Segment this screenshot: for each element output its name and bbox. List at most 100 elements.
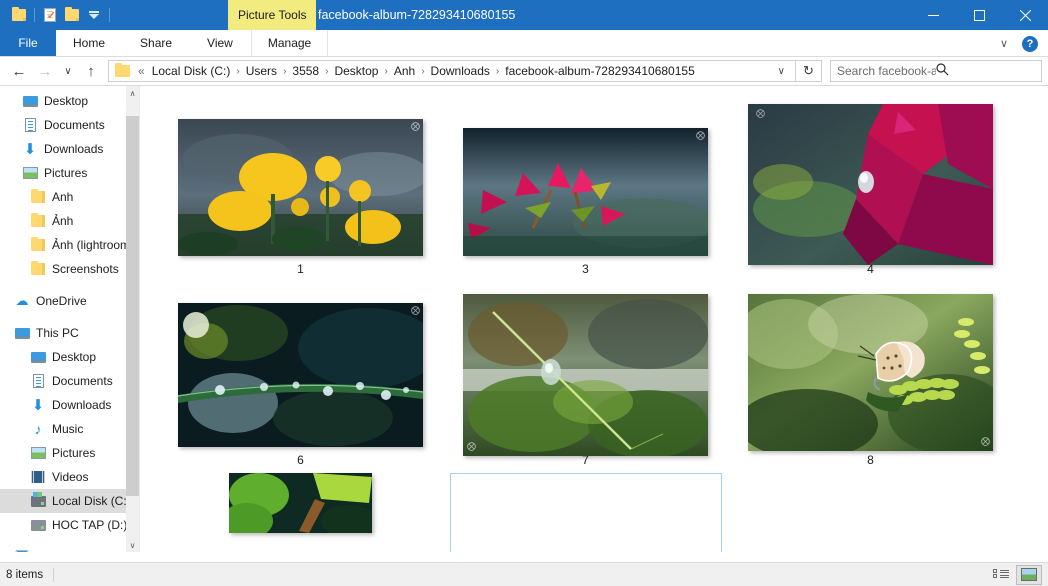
- tab-manage[interactable]: Manage: [251, 30, 328, 56]
- tab-view[interactable]: View: [190, 30, 251, 56]
- thumbnail-image[interactable]: ⨂: [748, 294, 993, 451]
- list-item[interactable]: [443, 473, 728, 539]
- search-icon[interactable]: [936, 63, 1035, 79]
- breadcrumb-item-1[interactable]: Users: [242, 64, 281, 78]
- help-icon[interactable]: ?: [1022, 36, 1038, 52]
- breadcrumb-separator[interactable]: ›: [382, 66, 389, 77]
- chevron-down-icon[interactable]: ∨: [994, 37, 1014, 50]
- monitor-icon: [22, 93, 38, 109]
- breadcrumb-item-3[interactable]: Desktop: [330, 64, 382, 78]
- up-button[interactable]: ↑: [78, 59, 104, 83]
- sidebar-item-documents-quick[interactable]: Documents 📌: [0, 113, 139, 137]
- breadcrumb-item-4[interactable]: Anh: [390, 64, 419, 78]
- window-title: facebook-album-728293410680155: [318, 0, 515, 30]
- large-icons-view-button[interactable]: [1016, 565, 1042, 585]
- scroll-up-icon[interactable]: ∧: [126, 86, 139, 100]
- sidebar-item-pictures-quick[interactable]: Pictures 📌: [0, 161, 139, 185]
- thumbnail-image[interactable]: [229, 473, 372, 533]
- sidebar-item-this-pc[interactable]: This PC: [0, 321, 139, 345]
- toolbar-divider: [109, 8, 110, 22]
- folder-icon[interactable]: [8, 4, 30, 26]
- close-button[interactable]: [1002, 0, 1048, 30]
- selected-item-placeholder[interactable]: [450, 473, 722, 552]
- back-button[interactable]: ←: [6, 59, 32, 83]
- customize-dropdown-icon[interactable]: [83, 4, 105, 26]
- sidebar-item-screenshots[interactable]: Screenshots: [0, 257, 139, 281]
- minimize-button[interactable]: [910, 0, 956, 30]
- sidebar-item-anh-lightroom[interactable]: Ảnh (lightroom): [0, 233, 139, 257]
- sidebar-item-anh-2[interactable]: Ảnh: [0, 209, 139, 233]
- address-bar: ← → ∨ ↑ « Local Disk (C:) › Users › 3558…: [0, 57, 1048, 86]
- sidebar-item-anh[interactable]: Anh: [0, 185, 139, 209]
- list-item[interactable]: ⨂ 7: [443, 282, 728, 473]
- sidebar-item-videos[interactable]: Videos: [0, 465, 139, 489]
- sidebar-item-music[interactable]: ♪ Music: [0, 417, 139, 441]
- view-mode-buttons: [988, 565, 1042, 585]
- breadcrumb-separator[interactable]: ›: [234, 66, 241, 77]
- monitor-icon: [30, 349, 46, 365]
- sidebar-scrollbar[interactable]: ∧ ∨: [126, 86, 139, 552]
- chevron-down-icon[interactable]: ∨: [770, 66, 793, 77]
- network-icon: 🖥: [14, 549, 30, 552]
- breadcrumb-item-0[interactable]: Local Disk (C:): [148, 64, 235, 78]
- breadcrumb-separator[interactable]: ›: [323, 66, 330, 77]
- tab-home[interactable]: Home: [56, 30, 123, 56]
- new-folder-icon[interactable]: [61, 4, 83, 26]
- sidebar-item-label: Local Disk (C:): [52, 494, 135, 508]
- sidebar-item-network[interactable]: 🖥 Network: [0, 545, 139, 552]
- item-caption: 1: [297, 262, 304, 276]
- breadcrumb-separator[interactable]: ›: [419, 66, 426, 77]
- system-drive-icon: [30, 493, 46, 509]
- breadcrumb-item-6[interactable]: facebook-album-728293410680155: [501, 64, 699, 78]
- list-item[interactable]: ⨂ 8: [728, 282, 1013, 473]
- list-item[interactable]: ⨂ 4: [728, 96, 1013, 282]
- maximize-button[interactable]: [956, 0, 1002, 30]
- sidebar-item-label: Desktop: [44, 94, 125, 108]
- thumbnail-image[interactable]: ⨂: [748, 104, 993, 265]
- thumbnail-grid: ⨂ 1: [158, 96, 1034, 539]
- list-item[interactable]: ⨂ 6: [158, 282, 443, 473]
- thumbnail-image[interactable]: ⨂: [463, 128, 708, 256]
- thumbnail-image[interactable]: ⨂: [178, 303, 423, 447]
- refresh-button[interactable]: ↻: [796, 60, 822, 82]
- list-item[interactable]: ⨂ 1: [158, 96, 443, 282]
- tab-file[interactable]: File: [0, 30, 56, 56]
- list-item[interactable]: ⨂ 3: [443, 96, 728, 282]
- sidebar-item-local-disk-c[interactable]: Local Disk (C:): [0, 489, 139, 513]
- thumbnail-image[interactable]: ⨂: [178, 119, 423, 256]
- sidebar-item-pictures[interactable]: Pictures: [0, 441, 139, 465]
- window-controls: [910, 0, 1048, 30]
- scrollbar-thumb[interactable]: [126, 116, 139, 496]
- main-area: Desktop 📌 Documents 📌 ⬇ Downloads 📌 Pict…: [0, 86, 1048, 552]
- watermark-icon: ⨂: [696, 132, 704, 141]
- breadcrumb[interactable]: « Local Disk (C:) › Users › 3558 › Deskt…: [108, 60, 796, 82]
- sidebar-item-desktop-quick[interactable]: Desktop 📌: [0, 89, 139, 113]
- sidebar-item-downloads[interactable]: ⬇ Downloads: [0, 393, 139, 417]
- details-view-button[interactable]: [988, 565, 1014, 585]
- breadcrumb-item-2[interactable]: 3558: [288, 64, 323, 78]
- sidebar-item-desktop[interactable]: Desktop: [0, 345, 139, 369]
- folder-icon: [30, 213, 46, 229]
- sidebar-item-hoc-tap-d[interactable]: HOC TAP (D:): [0, 513, 139, 537]
- scroll-down-icon[interactable]: ∨: [126, 538, 139, 552]
- sidebar-item-documents[interactable]: Documents: [0, 369, 139, 393]
- properties-icon[interactable]: ✓: [39, 4, 61, 26]
- sidebar-item-onedrive[interactable]: ☁ OneDrive: [0, 289, 139, 313]
- breadcrumb-overflow[interactable]: «: [135, 64, 148, 78]
- search-input[interactable]: Search facebook-album-7282...: [830, 60, 1042, 82]
- sidebar-item-downloads-quick[interactable]: ⬇ Downloads 📌: [0, 137, 139, 161]
- breadcrumb-separator[interactable]: ›: [281, 66, 288, 77]
- watermark-icon: ⨂: [981, 438, 989, 447]
- breadcrumb-item-5[interactable]: Downloads: [427, 64, 494, 78]
- breadcrumb-separator[interactable]: ›: [494, 66, 501, 77]
- watermark-icon: ⨂: [467, 443, 475, 452]
- thumbnail-image[interactable]: ⨂: [463, 294, 708, 456]
- forward-button[interactable]: →: [32, 59, 58, 83]
- file-list-view[interactable]: ⨂ 1: [140, 86, 1048, 552]
- sidebar-item-label: Videos: [52, 470, 135, 484]
- sidebar-item-label: Ảnh: [52, 214, 135, 228]
- recent-locations-button[interactable]: ∨: [58, 59, 78, 83]
- list-item[interactable]: [158, 473, 443, 539]
- tab-share[interactable]: Share: [123, 30, 190, 56]
- picture-tools-contextual-tab[interactable]: Picture Tools: [228, 0, 316, 30]
